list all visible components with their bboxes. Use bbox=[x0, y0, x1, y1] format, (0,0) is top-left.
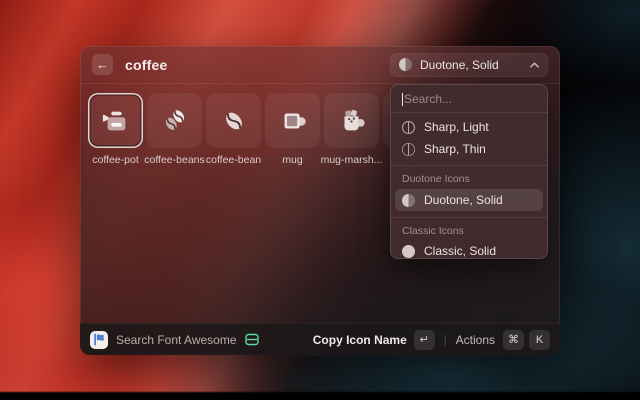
style-dropdown-trigger[interactable]: Duotone, Solid bbox=[390, 53, 548, 77]
dropdown-search-input[interactable]: Search... bbox=[390, 84, 548, 112]
classic-section-header: Classic Icons bbox=[390, 218, 548, 240]
duotone-solid-icon bbox=[402, 194, 415, 207]
option-duotone-solid[interactable]: Duotone, Solid bbox=[395, 189, 543, 211]
coffee-pot-icon bbox=[101, 106, 131, 136]
mug-icon bbox=[278, 106, 308, 136]
coffee-bean-tile[interactable] bbox=[206, 93, 261, 148]
actions-button[interactable]: Actions ⌘ K bbox=[456, 330, 550, 350]
option-label: Classic, Solid bbox=[424, 244, 496, 258]
option-sharp-thin[interactable]: Sharp, Thin bbox=[390, 138, 548, 160]
coffee-beans-tile[interactable] bbox=[147, 93, 202, 148]
result-label: mug bbox=[282, 154, 302, 166]
result-label: coffee-bean bbox=[206, 154, 261, 166]
search-input[interactable]: coffee bbox=[125, 57, 167, 73]
font-awesome-logo bbox=[90, 331, 108, 349]
result-coffee-beans: coffee-beans bbox=[147, 93, 202, 166]
coffee-pot-tile[interactable] bbox=[88, 93, 143, 148]
mug-marshmallows-tile[interactable] bbox=[324, 93, 379, 148]
app-window-icon bbox=[245, 333, 259, 346]
result-label: coffee-pot bbox=[92, 154, 139, 166]
return-key-badge: ↵ bbox=[414, 330, 435, 350]
classic-solid-icon bbox=[402, 245, 415, 258]
footer-divider: | bbox=[444, 334, 447, 346]
primary-action-label: Copy Icon Name bbox=[313, 333, 407, 347]
option-sharp-light[interactable]: Sharp, Light bbox=[390, 116, 548, 138]
option-label: Duotone, Solid bbox=[424, 193, 503, 207]
result-coffee-pot: coffee-pot bbox=[88, 93, 143, 166]
duotone-section-header: Duotone Icons bbox=[390, 166, 548, 188]
result-mug: mug bbox=[265, 93, 320, 166]
actions-label: Actions bbox=[456, 333, 495, 347]
copy-icon-name-button[interactable]: Copy Icon Name ↵ bbox=[313, 330, 435, 350]
result-coffee-bean: coffee-bean bbox=[206, 93, 261, 166]
text-caret bbox=[402, 93, 403, 106]
style-dropdown-menu: Search... Sharp, Light Sharp, Thin Duoto… bbox=[390, 84, 548, 259]
chevron-up-icon bbox=[530, 62, 539, 68]
launcher-footer: Search Font Awesome Copy Icon Name ↵ | A… bbox=[80, 323, 560, 355]
launcher-header: ← coffee Duotone, Solid bbox=[80, 46, 560, 84]
coffee-bean-icon bbox=[219, 106, 249, 136]
dropdown-search-placeholder: Search... bbox=[404, 92, 452, 106]
result-label: coffee-beans bbox=[144, 154, 205, 166]
sharp-thin-icon bbox=[402, 143, 415, 156]
option-label: Sharp, Light bbox=[424, 120, 489, 134]
mug-marshmallows-icon bbox=[337, 106, 367, 136]
result-mug-marshmallows: mug-marsh... bbox=[324, 93, 379, 166]
result-label: mug-marsh... bbox=[321, 154, 383, 166]
option-classic-solid[interactable]: Classic, Solid bbox=[390, 240, 548, 259]
flag-icon bbox=[93, 333, 105, 346]
footer-app-label: Search Font Awesome bbox=[116, 333, 237, 347]
sharp-light-icon bbox=[402, 121, 415, 134]
launcher-window: ← coffee Duotone, Solid bbox=[80, 46, 560, 355]
option-label: Sharp, Thin bbox=[424, 142, 486, 156]
k-key-badge: K bbox=[529, 330, 550, 350]
style-dropdown-value: Duotone, Solid bbox=[420, 58, 522, 72]
mug-tile[interactable] bbox=[265, 93, 320, 148]
sharp-group: Sharp, Light Sharp, Thin bbox=[390, 113, 548, 165]
back-button[interactable]: ← bbox=[92, 54, 113, 75]
coffee-beans-icon bbox=[160, 106, 190, 136]
duotone-style-icon bbox=[399, 58, 412, 71]
command-key-badge: ⌘ bbox=[503, 330, 524, 350]
